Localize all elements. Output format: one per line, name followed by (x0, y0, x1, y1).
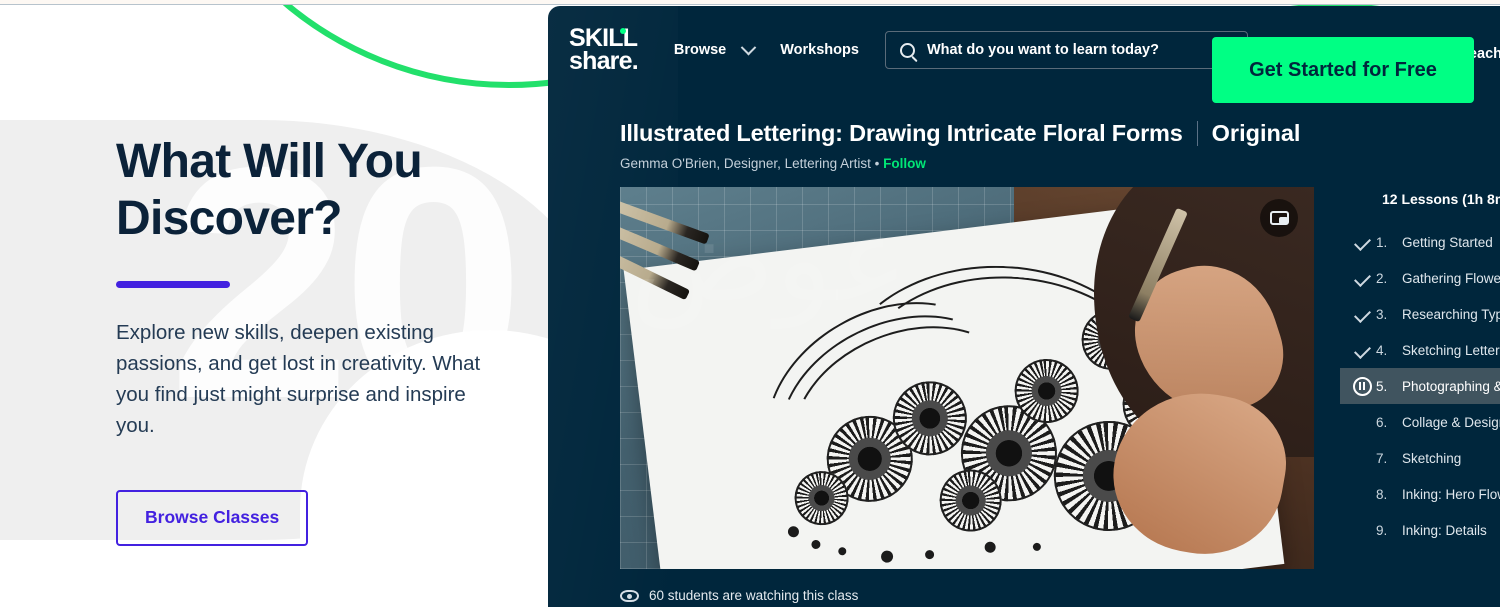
lessons-playlist: 12 Lessons (1h 8m) 1. Getting Started 2.… (1340, 187, 1500, 569)
lesson-label: Gathering Flowers (1402, 270, 1500, 286)
course-header: Illustrated Lettering: Drawing Intricate… (548, 120, 1500, 171)
lesson-row[interactable]: 2. Gathering Flowers (1340, 260, 1500, 296)
instructor-name: Gemma O'Brien, Designer, Lettering Artis… (620, 156, 884, 171)
promo-body-text: Explore new skills, deepen existing pass… (116, 321, 481, 438)
screenshot-root: 20 What Will You Discover? Explore new s… (0, 0, 1500, 607)
title-divider (1196, 121, 1198, 146)
lesson-number: 7. (1376, 450, 1388, 466)
browse-classes-button[interactable]: Browse Classes (116, 490, 309, 547)
lesson-label: Collage & Design (1402, 414, 1500, 430)
title-underline-rule (116, 281, 230, 289)
original-badge: Original (1211, 120, 1301, 146)
logo-line-2: share. (569, 47, 639, 75)
lesson-label: Sketching (1402, 450, 1462, 466)
picture-in-picture-button[interactable] (1260, 199, 1298, 237)
lesson-row-active[interactable]: 5. Photographing & Co... (1340, 368, 1500, 404)
course-title: Illustrated Lettering: Drawing Intricate… (620, 120, 1183, 146)
nav-browse-label: Browse (673, 42, 727, 58)
lesson-row[interactable]: 6. Collage & Design (1340, 404, 1500, 440)
logo-dot-icon (620, 27, 626, 34)
eye-icon (620, 589, 639, 602)
lesson-label: Photographing & Co... (1402, 378, 1500, 394)
check-icon (1353, 233, 1371, 251)
lesson-number: 8. (1376, 486, 1388, 502)
pen-set (620, 191, 756, 311)
chevron-down-icon (740, 39, 757, 55)
watchers-count-text: 60 students are watching this class (649, 588, 859, 603)
lesson-status (1348, 376, 1376, 396)
browser-top-strip (0, 0, 1500, 5)
skillshare-app-panel: SKILL share. Browse Workshops What do yo… (548, 6, 1500, 607)
search-input[interactable]: What do you want to learn today? (884, 31, 1248, 69)
lesson-row[interactable]: 7. Sketching (1340, 440, 1500, 476)
lesson-status (1348, 233, 1376, 251)
lesson-label: Sketching Letters (1402, 342, 1500, 358)
lesson-number: 5. (1376, 378, 1388, 394)
search-icon (899, 42, 915, 58)
lesson-status (1348, 341, 1376, 359)
lesson-number: 3. (1376, 306, 1388, 322)
lesson-number: 1. (1376, 234, 1388, 250)
lesson-row[interactable]: 1. Getting Started (1340, 224, 1500, 260)
lesson-label: Getting Started (1402, 234, 1493, 250)
lesson-number: 9. (1376, 522, 1388, 538)
get-started-button[interactable]: Get Started for Free (1212, 37, 1474, 103)
lesson-status (1348, 305, 1376, 323)
check-icon (1353, 269, 1371, 287)
lesson-number: 2. (1376, 270, 1388, 286)
lesson-label: Inking: Hero Flower (1402, 486, 1500, 502)
picture-in-picture-icon (1269, 211, 1289, 225)
player-and-playlist-row: 12 Lessons (1h 8m) 1. Getting Started 2.… (548, 187, 1500, 569)
follow-link[interactable]: Follow (883, 156, 926, 171)
watchers-status: 60 students are watching this class (620, 588, 858, 603)
page-title: What Will You Discover? (116, 135, 423, 245)
lessons-count-heading: 12 Lessons (1h 8m) (1382, 191, 1500, 207)
course-byline: Gemma O'Brien, Designer, Lettering Artis… (620, 156, 1500, 171)
promo-panel: 20 What Will You Discover? Explore new s… (0, 0, 560, 607)
check-icon (1353, 341, 1371, 359)
nav-item-workshops[interactable]: Workshops (780, 42, 859, 58)
check-icon (1353, 305, 1371, 323)
lesson-row[interactable]: 4. Sketching Letters (1340, 332, 1500, 368)
lesson-status (1348, 269, 1376, 287)
lesson-row[interactable]: 8. Inking: Hero Flower (1340, 476, 1500, 512)
nav-item-browse[interactable]: Browse (673, 39, 757, 58)
lesson-number: 6. (1376, 414, 1388, 430)
lesson-number: 4. (1376, 342, 1388, 358)
promo-content: What Will You Discover? Explore new skil… (116, 0, 546, 607)
lesson-row[interactable]: 9. Inking: Details (1340, 512, 1500, 548)
skillshare-logo[interactable]: SKILL share. (569, 25, 639, 75)
lesson-label: Inking: Details (1402, 522, 1487, 538)
course-title-row: Illustrated Lettering: Drawing Intricate… (620, 120, 1500, 147)
video-player[interactable] (620, 187, 1314, 569)
pause-icon (1352, 376, 1372, 396)
lesson-label: Researching Typefaces (1402, 306, 1500, 322)
search-placeholder-text: What do you want to learn today? (926, 42, 1159, 58)
lesson-row[interactable]: 3. Researching Typefaces (1340, 296, 1500, 332)
